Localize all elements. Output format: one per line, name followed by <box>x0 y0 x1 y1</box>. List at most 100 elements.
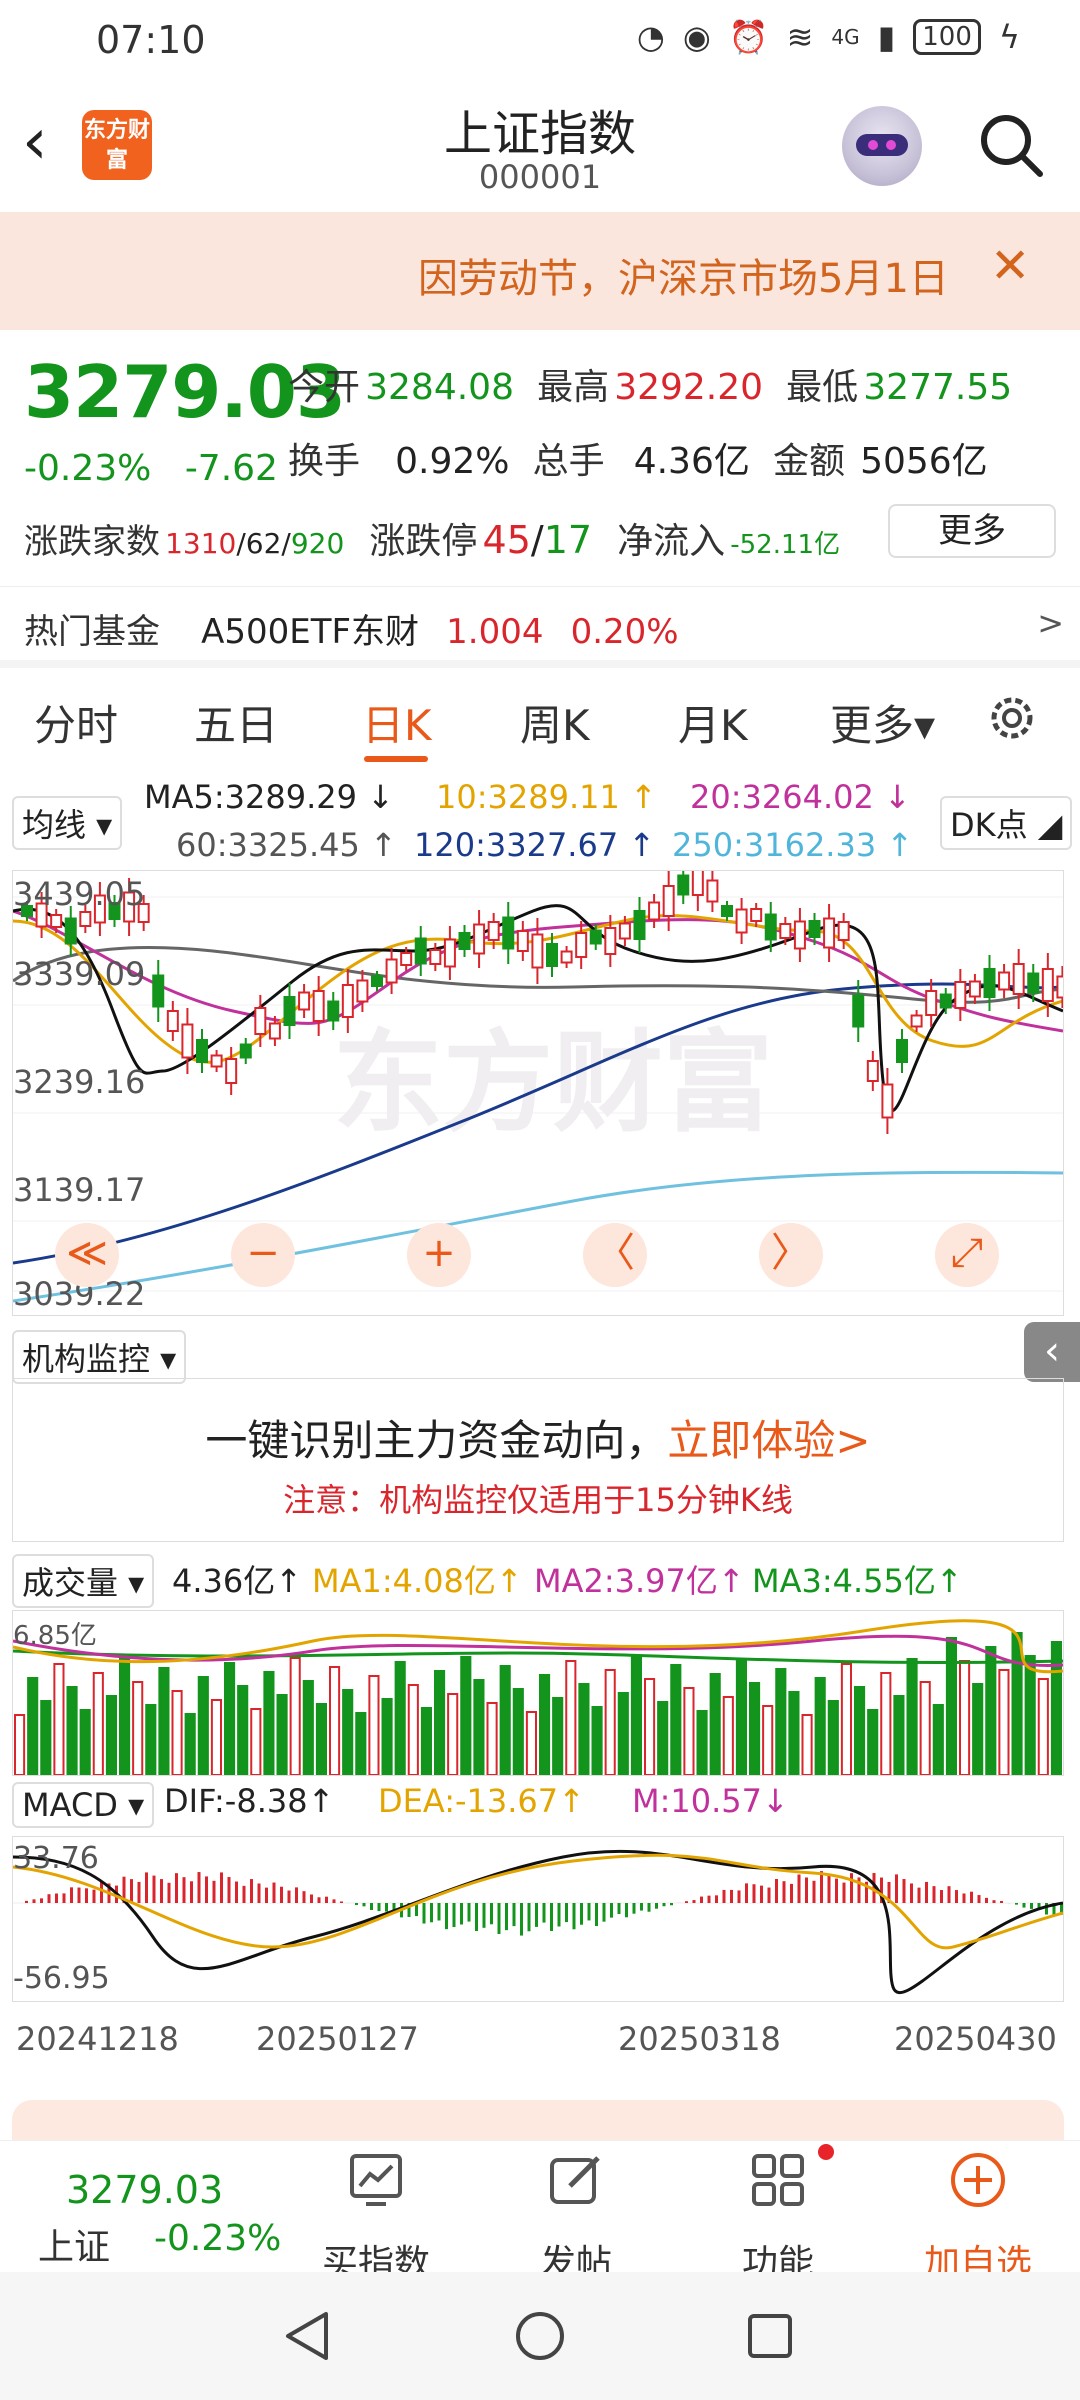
status-bar: 07:10 ◔ ◉ ⏰ ≋ 4G ▮ 100 ϟ <box>0 0 1080 80</box>
recents-square-icon[interactable] <box>746 2312 794 2360</box>
candle <box>866 1051 879 1091</box>
kline-chart[interactable]: 东方财富 3439.05 3339.09 3239.16 3139.17 303… <box>12 870 1064 1316</box>
volume-bar <box>788 1691 800 1775</box>
volume-bar <box>197 1676 209 1775</box>
assistant-robot-icon[interactable] <box>842 106 922 186</box>
volume-bar <box>683 1687 695 1775</box>
volume-bar <box>565 1660 577 1775</box>
rewind-button[interactable]: ≪ <box>55 1223 119 1287</box>
macd-selector[interactable]: MACD ▾ <box>12 1782 155 1828</box>
volume-bar <box>250 1708 262 1775</box>
macd-dea: DEA:-13.67↑ <box>378 1782 585 1820</box>
volume-bar <box>460 1656 472 1775</box>
volume-bar <box>827 1700 839 1775</box>
volume-bar <box>1024 1655 1036 1775</box>
candle <box>575 921 588 969</box>
edit-icon <box>550 2156 600 2204</box>
dk-point-button[interactable]: DK点 ◢ <box>940 796 1073 850</box>
hot-fund-row[interactable]: 热门基金 A500ETF东财 1.004 0.20% > <box>24 604 1064 653</box>
fullscreen-button[interactable]: ⤢ <box>935 1223 999 1287</box>
volume-bar <box>604 1669 616 1775</box>
macd-dif: DIF:-8.38↑ <box>164 1782 335 1820</box>
volume-bar <box>972 1683 984 1775</box>
macd-m: M:10.57↓ <box>632 1782 789 1820</box>
volume-bar <box>854 1686 866 1775</box>
candle <box>516 921 529 961</box>
search-icon[interactable] <box>976 110 1046 180</box>
candle <box>473 910 486 968</box>
volume-bar <box>473 1679 485 1775</box>
volume-bar <box>840 1663 852 1775</box>
scroll-right-button[interactable]: 〉 <box>759 1223 823 1287</box>
divider <box>0 586 1080 587</box>
volume-bar <box>315 1703 327 1775</box>
battery-icon: 100 <box>913 19 981 55</box>
volume-bar <box>591 1706 603 1775</box>
netflow-label: 净流入 <box>617 521 726 562</box>
candle <box>662 871 675 931</box>
volume-bar <box>171 1690 183 1775</box>
inst-monitor-selector[interactable]: 机构监控 ▾ <box>12 1330 187 1384</box>
candle <box>691 871 704 911</box>
candle <box>648 894 661 928</box>
tab-intraday[interactable]: 分时 <box>34 692 118 753</box>
candle <box>968 974 981 1004</box>
volume-bar <box>289 1657 301 1775</box>
volume-bar <box>670 1664 682 1775</box>
ma120-label: 120:3327.67 ↑ <box>414 826 656 864</box>
turnover-value: 0.92% <box>395 441 510 482</box>
scroll-left-button[interactable]: 〈 <box>583 1223 647 1287</box>
change-pct: -0.23% <box>24 448 152 489</box>
volume-bar <box>1037 1678 1049 1775</box>
volume-bar <box>434 1670 446 1775</box>
side-collapse-icon[interactable]: ‹ <box>1024 1322 1080 1382</box>
tab-more[interactable]: 更多▾ <box>830 692 935 753</box>
tab-weekly-k[interactable]: 周K <box>520 692 590 753</box>
tab-monthly-k[interactable]: 月K <box>678 692 748 753</box>
volume-selector[interactable]: 成交量 ▾ <box>12 1554 155 1608</box>
volume-bar <box>630 1655 642 1775</box>
candle <box>502 902 515 964</box>
index-change: -0.23% -7.62 <box>24 448 278 489</box>
quote-row-2: 换手 0.92% 总手 4.36亿 金额 5056亿 <box>288 432 988 484</box>
app-header: ‹ 东方财富 上证指数 000001 <box>0 80 1080 210</box>
volume-value: 4.36亿 <box>633 441 750 482</box>
volume-axis-top: 6.85亿 <box>13 1621 97 1651</box>
candle <box>721 901 733 921</box>
volume-bar <box>709 1673 721 1775</box>
date-1: 20241218 <box>16 2020 179 2058</box>
volume-bar <box>329 1666 341 1775</box>
volume-bar <box>749 1682 761 1775</box>
zoom-in-button[interactable]: + <box>407 1223 471 1287</box>
volume-value: 4.36亿↑ <box>172 1562 303 1600</box>
home-circle-icon[interactable] <box>514 2310 566 2362</box>
kline-axis-4: 3139.17 <box>13 1171 146 1209</box>
back-triangle-icon[interactable] <box>282 2310 332 2362</box>
gear-icon[interactable] <box>984 690 1040 746</box>
tab-daily-k[interactable]: 日K <box>362 692 432 753</box>
more-quote-button[interactable]: 更多 <box>888 504 1056 558</box>
signal-icon: ▮ <box>877 18 896 56</box>
volume-bar <box>696 1710 708 1775</box>
volume-bar <box>119 1658 131 1775</box>
candle <box>443 926 456 980</box>
candle <box>298 984 311 1018</box>
inst-monitor-headline: 一键识别主力资金动向， <box>205 1416 668 1465</box>
candle <box>896 1029 908 1073</box>
candle <box>152 960 165 1022</box>
open-label: 今开 <box>288 367 361 408</box>
volume-bar <box>342 1689 354 1775</box>
change-points: -7.62 <box>184 448 278 489</box>
volume-chart: 6.85亿 <box>12 1610 1064 1776</box>
indicator-selector[interactable]: 均线 ▾ <box>12 796 123 850</box>
active-tab-indicator <box>364 756 428 762</box>
candle <box>210 1050 223 1072</box>
tab-5day[interactable]: 五日 <box>194 692 278 753</box>
inst-monitor-cta[interactable]: 立即体验> <box>667 1416 870 1465</box>
candle <box>312 976 325 1036</box>
volume-bar <box>224 1662 236 1775</box>
zoom-out-button[interactable]: − <box>231 1223 295 1287</box>
close-icon[interactable]: ✕ <box>990 238 1030 294</box>
limit-down-count: 17 <box>543 518 593 562</box>
wifi-icon: ≋ <box>786 18 814 56</box>
